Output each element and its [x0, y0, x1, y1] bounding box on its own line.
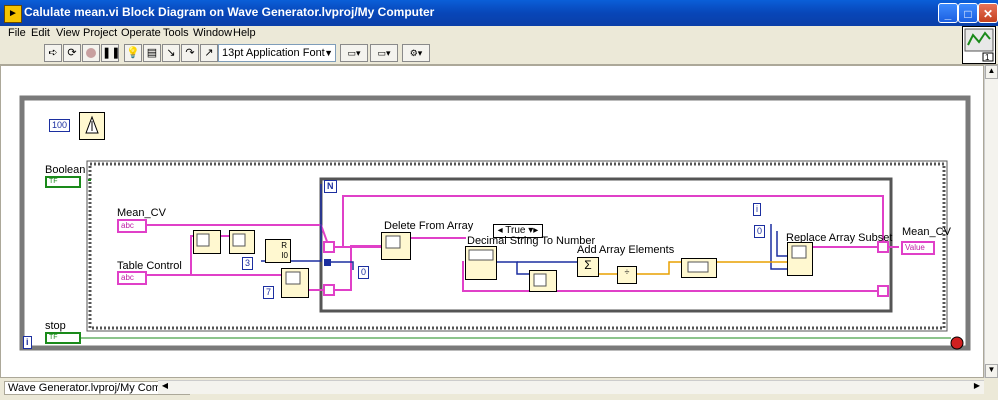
menu-tools[interactable]: Tools — [163, 27, 189, 39]
labview-app-icon: ► — [4, 5, 22, 23]
index-i-constant-inner[interactable]: i — [753, 203, 761, 216]
mean-cv-input-label: Mean_CV — [117, 207, 166, 219]
stop-label: stop — [45, 320, 66, 332]
constant-0-b[interactable]: 0 — [754, 225, 766, 238]
scroll-right-icon[interactable]: ▶ — [970, 381, 984, 394]
table-control-terminal[interactable]: abc — [117, 271, 147, 285]
font-select-value: 13pt Application Font — [222, 47, 325, 59]
string-to-number-node[interactable]: R I0 — [265, 239, 291, 263]
while-loop-iteration-terminal: i — [23, 336, 32, 349]
menu-operate[interactable]: Operate — [121, 27, 161, 39]
for-loop-count-terminal[interactable]: N — [324, 180, 337, 193]
menu-edit[interactable]: Edit — [31, 27, 50, 39]
scroll-up-icon[interactable]: ▲ — [985, 65, 998, 79]
delete-from-array-label: Delete From Array — [384, 220, 474, 232]
vi-connector-icon[interactable]: 1 — [962, 26, 996, 64]
scroll-left-icon[interactable]: ◀ — [158, 381, 172, 394]
replace-array-subset-node[interactable] — [787, 242, 813, 276]
r-label: R — [281, 241, 287, 250]
constant-3[interactable]: 3 — [242, 257, 254, 270]
retain-wire-values-icon[interactable]: ▤ — [143, 44, 161, 62]
constant-0-a[interactable]: 0 — [358, 266, 370, 279]
divide-node[interactable]: ÷ — [617, 266, 637, 284]
menu-project[interactable]: Project — [83, 27, 117, 39]
highlight-execution-icon[interactable]: 💡 — [124, 44, 142, 62]
index-array-node[interactable] — [193, 230, 221, 254]
step-over-icon[interactable]: ↷ — [181, 44, 199, 62]
menu-file[interactable]: File — [8, 27, 26, 39]
io-label: I0 — [281, 251, 288, 260]
menu-window[interactable]: Window — [193, 27, 232, 39]
title-bar: ► Calulate mean.vi Block Diagram on Wave… — [0, 0, 998, 26]
menu-help[interactable]: Help — [233, 27, 256, 39]
menu-view[interactable]: View — [56, 27, 80, 39]
font-select[interactable]: 13pt Application Font ▼ — [218, 44, 336, 62]
reorder-button[interactable]: ⚙▾ — [402, 44, 430, 62]
svg-text:1: 1 — [985, 53, 990, 62]
diagram-wires — [19, 95, 971, 351]
window-title: Calulate mean.vi Block Diagram on Wave G… — [24, 5, 435, 19]
close-button[interactable]: ✕ — [978, 3, 998, 23]
vertical-scrollbar[interactable]: ▲ ▼ — [984, 65, 998, 378]
maximize-button[interactable]: □ — [958, 3, 978, 23]
toolbar: ➪ ⟳ ❚❚ 💡 ▤ ↘ ↷ ↗ 13pt Application Font ▼… — [0, 42, 998, 65]
pause-icon[interactable]: ❚❚ — [101, 44, 120, 62]
constant-7[interactable]: 7 — [263, 286, 275, 299]
minimize-button[interactable]: _ — [938, 3, 958, 23]
boolean-terminal[interactable]: TF — [45, 176, 81, 188]
wait-function-icon[interactable] — [79, 112, 105, 140]
add-array-elements-node[interactable]: Σ — [577, 257, 599, 277]
array-subset-node[interactable] — [281, 268, 309, 298]
step-into-icon[interactable]: ↘ — [162, 44, 180, 62]
number-to-string-node[interactable] — [681, 258, 717, 278]
add-array-elements-label: Add Array Elements — [577, 244, 675, 256]
horizontal-scrollbar[interactable]: ◀ ▶ — [158, 380, 984, 394]
sum-symbol: Σ — [584, 258, 592, 272]
mean-cv-output-terminal-value: Value — [905, 243, 925, 252]
abort-icon[interactable] — [82, 44, 100, 62]
status-bar: Wave Generator.lvproj/My Computer — [0, 378, 191, 398]
menu-bar: File Edit View Project Operate Tools Win… — [0, 26, 998, 42]
index-array-node-2[interactable] — [229, 230, 255, 254]
decimal-string-to-number-node[interactable] — [465, 246, 497, 280]
align-objects-button[interactable]: ▭▾ — [340, 44, 368, 62]
chevron-down-icon: ▼ — [324, 48, 333, 58]
block-diagram-canvas[interactable]: 100 Boolean TF ◂ True ▾▸ N Mean_CV abc T… — [0, 65, 984, 378]
divide-symbol: ÷ — [624, 267, 630, 277]
scroll-down-icon[interactable]: ▼ — [985, 364, 998, 378]
run-arrow-icon[interactable]: ➪ — [44, 44, 62, 62]
distribute-objects-button[interactable]: ▭▾ — [370, 44, 398, 62]
mean-cv-output-terminal[interactable]: abc Value — [901, 241, 935, 255]
index-array-node-3[interactable] — [529, 270, 557, 292]
mean-cv-output-label: Mean_CV — [902, 226, 951, 238]
wait-ms-constant[interactable]: 100 — [49, 119, 71, 132]
mean-cv-input-terminal[interactable]: abc — [117, 219, 147, 233]
step-out-icon[interactable]: ↗ — [200, 44, 218, 62]
run-continuous-icon[interactable]: ⟳ — [63, 44, 81, 62]
boolean-label: Boolean — [45, 164, 86, 176]
stop-terminal[interactable]: TF — [45, 332, 81, 344]
delete-from-array-node[interactable] — [381, 232, 411, 260]
